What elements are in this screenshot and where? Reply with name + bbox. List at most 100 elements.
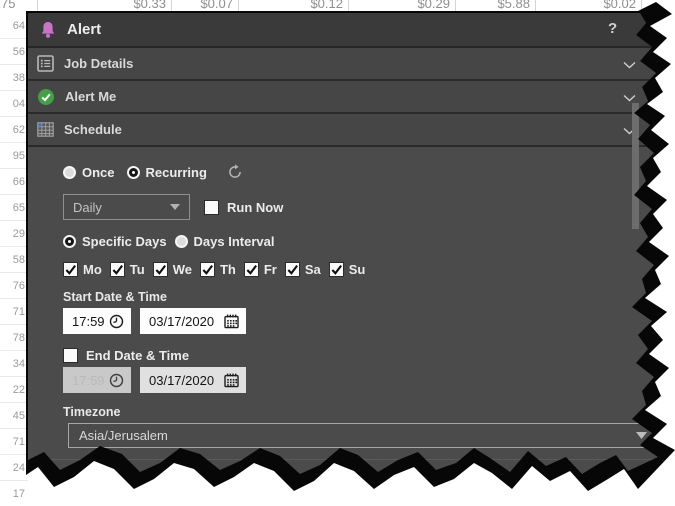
section-label: Job Details [64,56,133,71]
section-schedule[interactable]: Schedule [28,114,672,147]
spreadsheet-cell: 75 [1,0,15,11]
day-label: Sa [305,262,321,277]
day-thursday: Th [200,262,236,277]
spreadsheet-row-number: 22 [0,377,28,403]
start-date-input[interactable]: 03/17/2020 [140,308,246,334]
spreadsheet-row-number: 71 [0,299,28,325]
scrollbar-thumb[interactable] [632,103,639,229]
dialog-header: Alert ? [28,13,672,48]
once-label[interactable]: Once [82,165,115,180]
calendar-icon[interactable] [224,373,239,388]
end-time-input: 17:59 [63,367,131,393]
day-label: Th [220,262,236,277]
section-label: Schedule [64,122,122,137]
end-date-input[interactable]: 03/17/2020 [140,367,246,393]
spreadsheet-row-number: 56 [0,39,28,65]
day-tuesday: Tu [110,262,145,277]
spreadsheet-row-number: 76 [0,273,28,299]
check-icon [201,263,214,276]
section-alert-me[interactable]: Alert Me [28,81,672,114]
frequency-dropdown[interactable]: Daily [63,194,190,220]
recurring-radio[interactable] [127,166,140,179]
spreadsheet-row-number: 78 [0,325,28,351]
end-datetime-checkbox[interactable] [63,348,78,363]
start-time-input[interactable]: 17:59 [63,308,131,334]
check-icon [330,263,343,276]
chevron-down-icon[interactable] [623,94,636,102]
spreadsheet-row-number: 04 [0,91,28,117]
day-label: Tu [130,262,145,277]
job-details-icon [37,55,54,72]
alert-me-check-icon [37,88,55,106]
clock-icon[interactable] [109,314,124,329]
chevron-down-icon[interactable] [623,61,636,69]
spreadsheet-cell: $5.88 [497,0,530,11]
end-inputs-row: 17:59 03/17/2020 [63,367,663,393]
background-spreadsheet-leftcol: 64 56 38 04 62 95 66 65 29 58 76 71 78 3… [0,13,28,506]
calendar-icon[interactable] [224,314,239,329]
end-datetime-row: End Date & Time [63,347,663,363]
check-icon [154,263,167,276]
dropdown-arrow-icon [636,432,647,439]
timezone-dropdown[interactable]: Asia/Jerusalem [68,423,660,448]
weekday-checkboxes: Mo Tu We Th Fr [63,261,663,277]
saturday-checkbox[interactable] [285,262,300,277]
spreadsheet-row-number: 66 [0,169,28,195]
section-job-details[interactable]: Job Details [28,48,672,81]
friday-checkbox[interactable] [244,262,259,277]
spreadsheet-cell: $0.33 [133,0,166,11]
monday-checkbox[interactable] [63,262,78,277]
start-date-value: 03/17/2020 [149,314,224,329]
spreadsheet-row-number: 64 [0,13,28,39]
timezone-value: Asia/Jerusalem [79,428,636,443]
start-time-value: 17:59 [72,314,109,329]
check-icon [111,263,124,276]
start-datetime-label: Start Date & Time [63,290,663,304]
days-interval-radio[interactable] [175,235,188,248]
screenshot-stage: 75 $0.33 $0.07 $0.12 $0.29 $5.88 $0.02 6… [0,0,675,506]
spreadsheet-row-number: 38 [0,65,28,91]
alert-dialog: Alert ? Job Details Alert Me [28,13,672,491]
section-label: Alert Me [65,89,116,104]
wednesday-checkbox[interactable] [153,262,168,277]
check-icon [286,263,299,276]
spreadsheet-row-number: 95 [0,143,28,169]
tuesday-checkbox[interactable] [110,262,125,277]
recurring-label[interactable]: Recurring [146,165,207,180]
spreadsheet-cell: $0.07 [200,0,233,11]
spreadsheet-row-number: 65 [0,195,28,221]
spreadsheet-row-number: 17 [0,481,28,506]
dialog-title: Alert [67,21,101,38]
alert-bell-icon [40,21,56,39]
spreadsheet-row-number: 58 [0,247,28,273]
day-sunday: Su [329,262,366,277]
frequency-row: Daily Run Now [63,194,663,220]
run-now-checkbox[interactable] [204,200,219,215]
start-inputs-row: 17:59 03/17/2020 [63,308,663,334]
once-radio[interactable] [63,166,76,179]
thursday-checkbox[interactable] [200,262,215,277]
spreadsheet-row-number: 45 [0,403,28,429]
help-button[interactable]: ? [608,20,617,37]
end-time-value: 17:59 [72,373,109,388]
schedule-form: Once Recurring Daily Run No [63,155,663,448]
specific-days-label[interactable]: Specific Days [82,234,167,249]
end-datetime-label: End Date & Time [86,348,189,363]
spreadsheet-cell: $0.02 [603,0,636,11]
day-label: Fr [264,262,277,277]
check-icon [64,263,77,276]
day-wednesday: We [153,262,192,277]
clock-icon [109,373,124,388]
schedule-calendar-icon [37,122,54,137]
occurrence-row: Once Recurring [63,164,663,180]
end-date-value: 03/17/2020 [149,373,224,388]
day-label: We [173,262,192,277]
sunday-checkbox[interactable] [329,262,344,277]
day-monday: Mo [63,262,102,277]
days-interval-label[interactable]: Days Interval [194,234,275,249]
refresh-icon[interactable] [227,164,243,180]
check-icon [245,263,258,276]
spreadsheet-cell: $0.29 [417,0,450,11]
timezone-label: Timezone [63,405,663,419]
specific-days-radio[interactable] [63,235,76,248]
